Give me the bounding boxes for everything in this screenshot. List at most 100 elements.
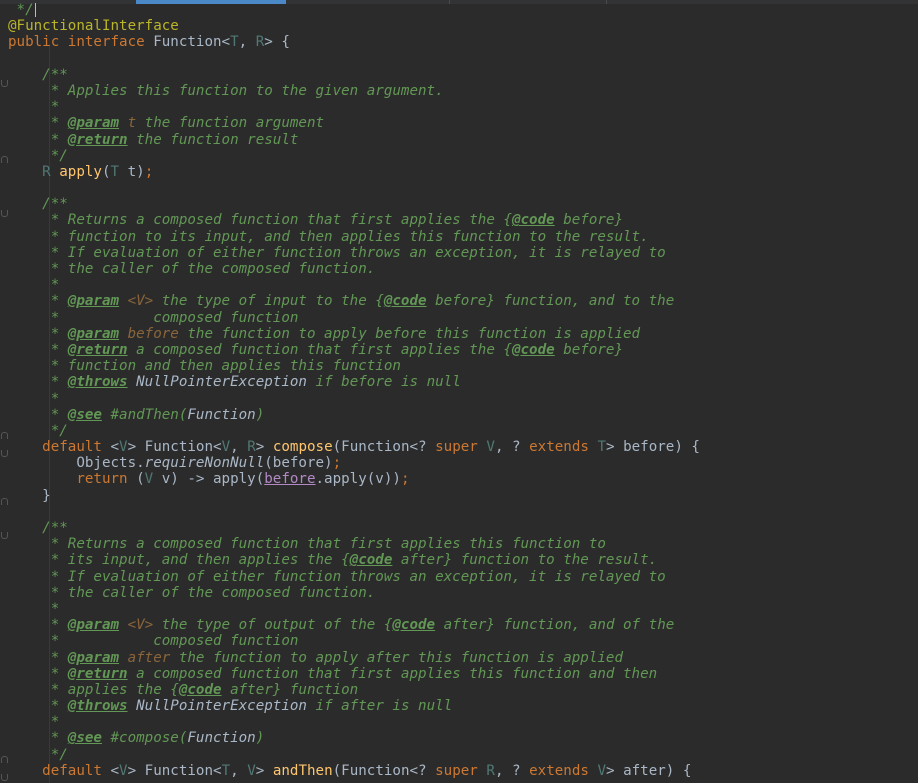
code-token: @code — [511, 212, 555, 229]
fold-marker-icon[interactable] — [1, 80, 8, 87]
code-token: ( — [101, 163, 111, 180]
code-token: * the caller of the composed function. — [8, 584, 376, 601]
code-line[interactable]: * @throws NullPointerException if before… — [8, 374, 918, 390]
code-line[interactable]: * @return the function result — [8, 132, 918, 148]
code-line[interactable]: * Returns a composed function that first… — [8, 212, 918, 228]
code-line[interactable]: default <V> Function<V, R> compose(Funct… — [8, 439, 918, 455]
code-token: * Returns a composed function that first… — [8, 212, 512, 229]
fold-marker-icon[interactable] — [1, 532, 8, 539]
code-token: /** — [8, 66, 68, 83]
code-token: > after) { — [606, 762, 692, 779]
code-token: apply — [59, 163, 102, 180]
code-line[interactable]: * function and then applies this functio… — [8, 358, 918, 374]
code-line[interactable]: * applies the {@code after} function — [8, 682, 918, 698]
code-token: } — [8, 487, 51, 504]
code-line[interactable]: * Applies this function to the given arg… — [8, 83, 918, 99]
code-token: the type of input to the { — [153, 293, 384, 310]
code-token: (before) — [264, 455, 333, 472]
code-token: @return — [67, 341, 128, 358]
code-token: t — [127, 115, 137, 132]
code-token: * — [8, 649, 68, 666]
code-line[interactable]: * @return a composed function that first… — [8, 342, 918, 358]
code-line[interactable]: * Returns a composed function that first… — [8, 536, 918, 552]
code-area[interactable]: */@FunctionalInterface public interface F… — [8, 2, 918, 779]
code-line[interactable]: * the caller of the composed function. — [8, 261, 918, 277]
code-token: * function and then applies this functio… — [8, 358, 401, 375]
code-line[interactable]: * composed function — [8, 310, 918, 326]
code-token: before — [127, 325, 179, 342]
code-token: default — [8, 762, 111, 779]
code-line[interactable] — [8, 51, 918, 67]
code-line[interactable]: * — [8, 601, 918, 617]
code-token: .apply(v)) — [315, 471, 401, 488]
code-line[interactable]: public interface Function<T, R> { — [8, 34, 918, 50]
fold-marker-icon[interactable] — [1, 774, 8, 781]
code-line[interactable]: * If evaluation of either function throw… — [8, 245, 918, 261]
code-line[interactable]: * function to its input, and then applie… — [8, 229, 918, 245]
fold-marker-icon[interactable] — [1, 450, 8, 457]
code-line[interactable]: Objects.requireNonNull(before); — [8, 455, 918, 471]
code-token: extends — [529, 439, 598, 456]
code-editor[interactable]: */@FunctionalInterface public interface F… — [0, 0, 918, 783]
code-line[interactable]: default <V> Function<T, V> andThen(Funct… — [8, 763, 918, 779]
code-token: <V> — [127, 617, 154, 634]
code-token: , ? — [494, 439, 530, 456]
code-line[interactable]: * @see #compose(Function) — [8, 730, 918, 746]
code-line[interactable]: * @return a composed function that first… — [8, 666, 918, 682]
fold-marker-icon[interactable] — [1, 498, 8, 505]
code-token: before} function, and to the — [426, 293, 675, 310]
code-token: (Function<? — [332, 439, 436, 456]
code-token: v) -> apply( — [161, 471, 265, 488]
code-line[interactable]: /** — [8, 67, 918, 83]
code-line[interactable]: R apply(T t); — [8, 164, 918, 180]
code-line[interactable]: */ — [8, 423, 918, 439]
code-token: */ — [8, 422, 68, 439]
fold-marker-icon[interactable] — [1, 210, 8, 217]
fold-marker-icon[interactable] — [1, 756, 8, 763]
code-line[interactable]: */ — [8, 2, 918, 18]
code-line[interactable]: * @param t the function argument — [8, 115, 918, 131]
code-line[interactable]: */ — [8, 148, 918, 164]
code-token: if before is null — [306, 374, 461, 391]
code-line[interactable]: */ — [8, 747, 918, 763]
code-token: Function — [187, 730, 256, 747]
fold-marker-icon[interactable] — [1, 432, 8, 439]
code-line[interactable]: @FunctionalInterface — [8, 18, 918, 34]
code-token: @param — [67, 293, 120, 310]
code-line[interactable]: * @param <V> the type of output of the {… — [8, 617, 918, 633]
code-token: * — [8, 390, 60, 407]
code-line[interactable]: * — [8, 714, 918, 730]
code-line[interactable]: * — [8, 277, 918, 293]
code-line[interactable]: * @param after the function to apply aft… — [8, 650, 918, 666]
code-token: @code — [178, 681, 222, 698]
code-token: return — [8, 471, 137, 488]
code-line[interactable]: * @throws NullPointerException if after … — [8, 698, 918, 714]
fold-marker-icon[interactable] — [1, 156, 8, 163]
code-line[interactable]: * If evaluation of either function throw… — [8, 569, 918, 585]
code-line[interactable]: /** — [8, 520, 918, 536]
code-line[interactable]: * @param <V> the type of input to the {@… — [8, 293, 918, 309]
code-token: > before) { — [606, 439, 700, 456]
code-line[interactable] — [8, 504, 918, 520]
code-token: after} function, and of the — [435, 617, 675, 634]
code-token: R — [255, 34, 265, 51]
code-token: @see — [67, 406, 102, 423]
code-token: @code — [383, 293, 427, 310]
code-line[interactable]: * — [8, 391, 918, 407]
code-line[interactable]: * — [8, 99, 918, 115]
code-line[interactable]: /** — [8, 196, 918, 212]
code-line[interactable]: } — [8, 488, 918, 504]
code-line[interactable]: * the caller of the composed function. — [8, 585, 918, 601]
code-line[interactable]: * its input, and then applies the {@code… — [8, 552, 918, 568]
code-token: @param — [67, 325, 120, 342]
code-line[interactable]: * composed function — [8, 633, 918, 649]
code-line[interactable]: return (V v) -> apply(before.apply(v)); — [8, 471, 918, 487]
code-token: NullPointerException — [136, 698, 307, 715]
code-line[interactable]: * @see #andThen(Function) — [8, 407, 918, 423]
code-line[interactable] — [8, 180, 918, 196]
code-token: * — [8, 374, 68, 391]
code-line[interactable]: * @param before the function to apply be… — [8, 326, 918, 342]
